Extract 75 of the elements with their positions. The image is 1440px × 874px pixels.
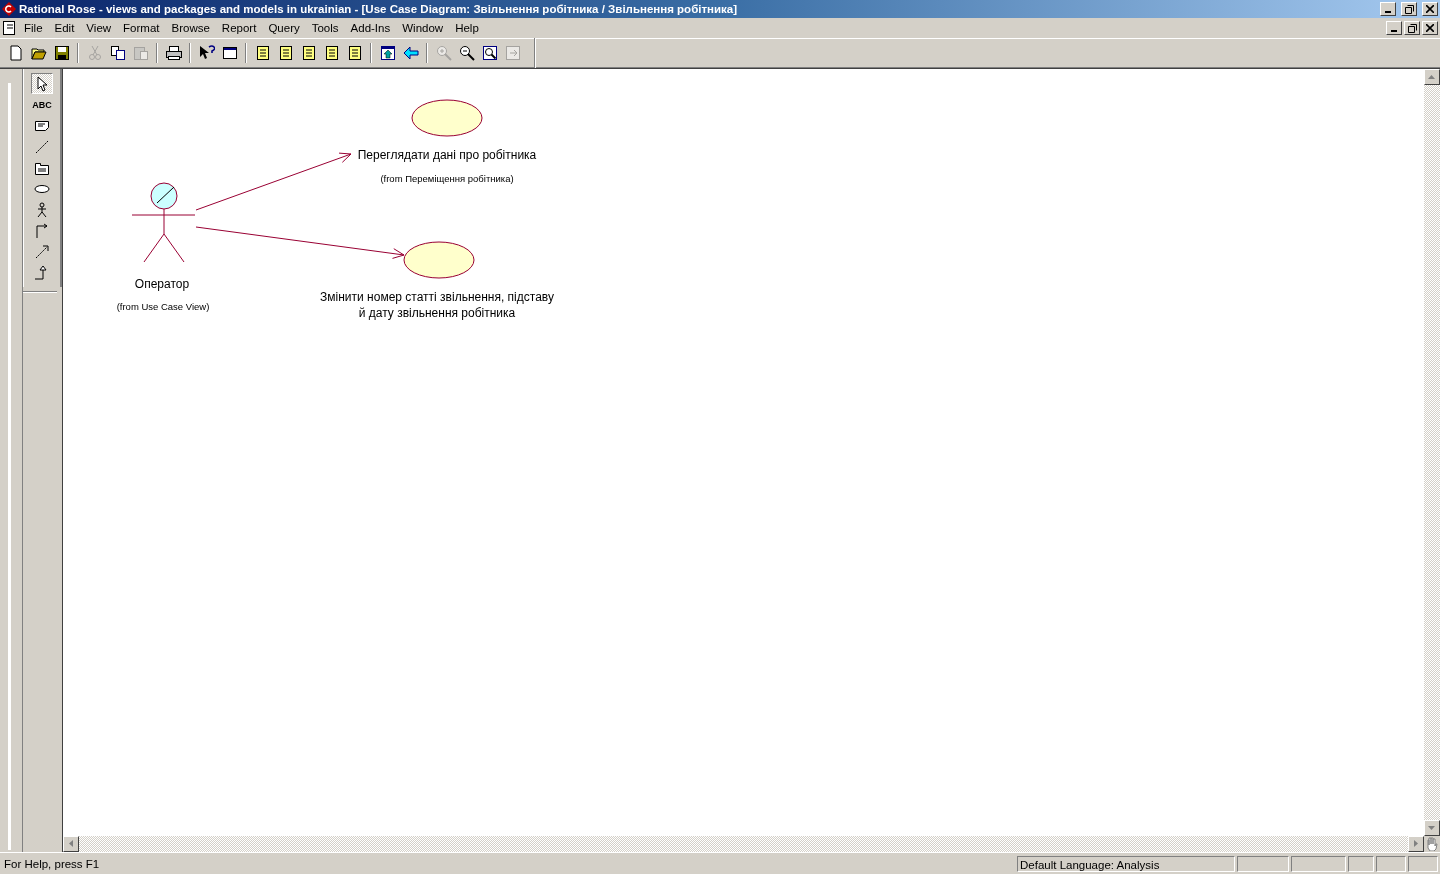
window-title: Rational Rose - views and packages and models in ukrainian - [Use Case Diagram: Звільнення робітника / Звільнення робітника] — [19, 3, 739, 15]
menu-item[interactable]: Window — [396, 22, 450, 34]
restore-icon — [1407, 23, 1417, 33]
tool-button[interactable] — [31, 73, 53, 94]
status-language: Default Language: Analysis — [1017, 855, 1235, 872]
corner-arrow-icon — [34, 222, 50, 239]
use-case-ellipse — [403, 241, 475, 279]
document-icon — [277, 45, 294, 61]
close-button[interactable] — [1422, 21, 1438, 35]
restore-icon — [1404, 4, 1414, 14]
close-icon — [1426, 5, 1434, 13]
menu-item[interactable]: Format — [117, 22, 166, 34]
dashed-arrow-icon — [34, 243, 50, 260]
menu-item[interactable]: Help — [449, 22, 485, 34]
status-pane — [1348, 855, 1374, 872]
minimize-button[interactable] — [1380, 2, 1396, 16]
use-case-name: Змінити номер статті звільнення, підставу — [320, 289, 554, 305]
minimize-button[interactable] — [1386, 21, 1402, 35]
status-pane — [1376, 855, 1406, 872]
generalization-icon — [34, 264, 50, 281]
window-icon — [221, 45, 238, 61]
menu-item[interactable]: Query — [262, 22, 306, 34]
menu-item[interactable]: Add-Ins — [344, 22, 397, 34]
actor-name: Оператор — [134, 276, 190, 292]
dashed-line-icon — [34, 138, 50, 155]
printer-icon — [165, 45, 182, 61]
use-case-ellipse — [411, 99, 483, 137]
vertical-scrollbar[interactable] — [1424, 69, 1440, 836]
tool-button[interactable]: ABC — [31, 94, 53, 115]
use-case-name: й дату звільнення робітника — [358, 305, 516, 321]
menu-item[interactable]: View — [80, 22, 118, 34]
menu-item[interactable]: Browse — [165, 22, 216, 34]
fit-window-icon — [481, 45, 498, 61]
status-pane — [1291, 855, 1346, 872]
scissors-icon — [86, 45, 103, 61]
menu-item[interactable]: Report — [215, 22, 263, 34]
left-arrow-icon — [402, 45, 419, 61]
actor-source: (from Use Case View) — [116, 300, 210, 314]
app-logo-icon — [2, 2, 16, 16]
close-icon — [1426, 24, 1434, 32]
status-help-text: For Help, press F1 — [3, 857, 101, 870]
status-pane — [1408, 855, 1438, 872]
document-icon — [300, 45, 317, 61]
paste-icon — [132, 45, 149, 61]
pointer-icon — [34, 75, 50, 92]
save-icon — [53, 45, 70, 61]
horizontal-scrollbar[interactable] — [63, 836, 1440, 852]
menu-item[interactable]: File — [18, 22, 49, 34]
menu-item[interactable]: Edit — [48, 22, 81, 34]
use-case-name: Переглядати дані про робітника — [357, 147, 537, 163]
zoom-in-icon — [435, 45, 452, 61]
scroll-up-button[interactable] — [1424, 69, 1440, 85]
new-document-icon — [7, 45, 24, 61]
down-triangle-icon — [1428, 825, 1436, 831]
zoom-out-icon — [458, 45, 475, 61]
use-case-source: (from Переміщення робітника) — [380, 172, 514, 186]
close-button[interactable] — [1422, 2, 1438, 16]
help-pointer-icon — [198, 45, 215, 61]
undo-fit-icon — [504, 45, 521, 61]
left-triangle-icon — [68, 840, 74, 848]
scroll-left-button[interactable] — [63, 836, 79, 852]
scroll-down-button[interactable] — [1424, 820, 1440, 836]
document-icon — [254, 45, 271, 61]
restore-button[interactable] — [1404, 21, 1420, 35]
status-pane — [1237, 855, 1289, 872]
document-menu-icon[interactable] — [2, 20, 18, 36]
menu-item[interactable]: Tools — [305, 22, 345, 34]
copy-icon — [109, 45, 126, 61]
scroll-right-button[interactable] — [1408, 836, 1424, 852]
up-triangle-icon — [1428, 74, 1436, 80]
right-triangle-icon — [1413, 840, 1419, 848]
document-icon — [346, 45, 363, 61]
document-icon — [323, 45, 340, 61]
open-folder-icon — [30, 45, 47, 61]
restore-button[interactable] — [1401, 2, 1417, 16]
